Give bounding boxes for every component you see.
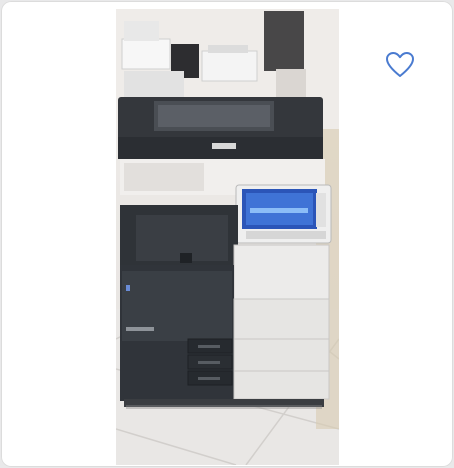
product-photo[interactable] (116, 9, 339, 465)
favorite-button[interactable] (383, 48, 417, 82)
listing-card[interactable] (1, 1, 453, 467)
heart-outline-icon (386, 52, 414, 77)
copier-illustration (116, 9, 339, 465)
